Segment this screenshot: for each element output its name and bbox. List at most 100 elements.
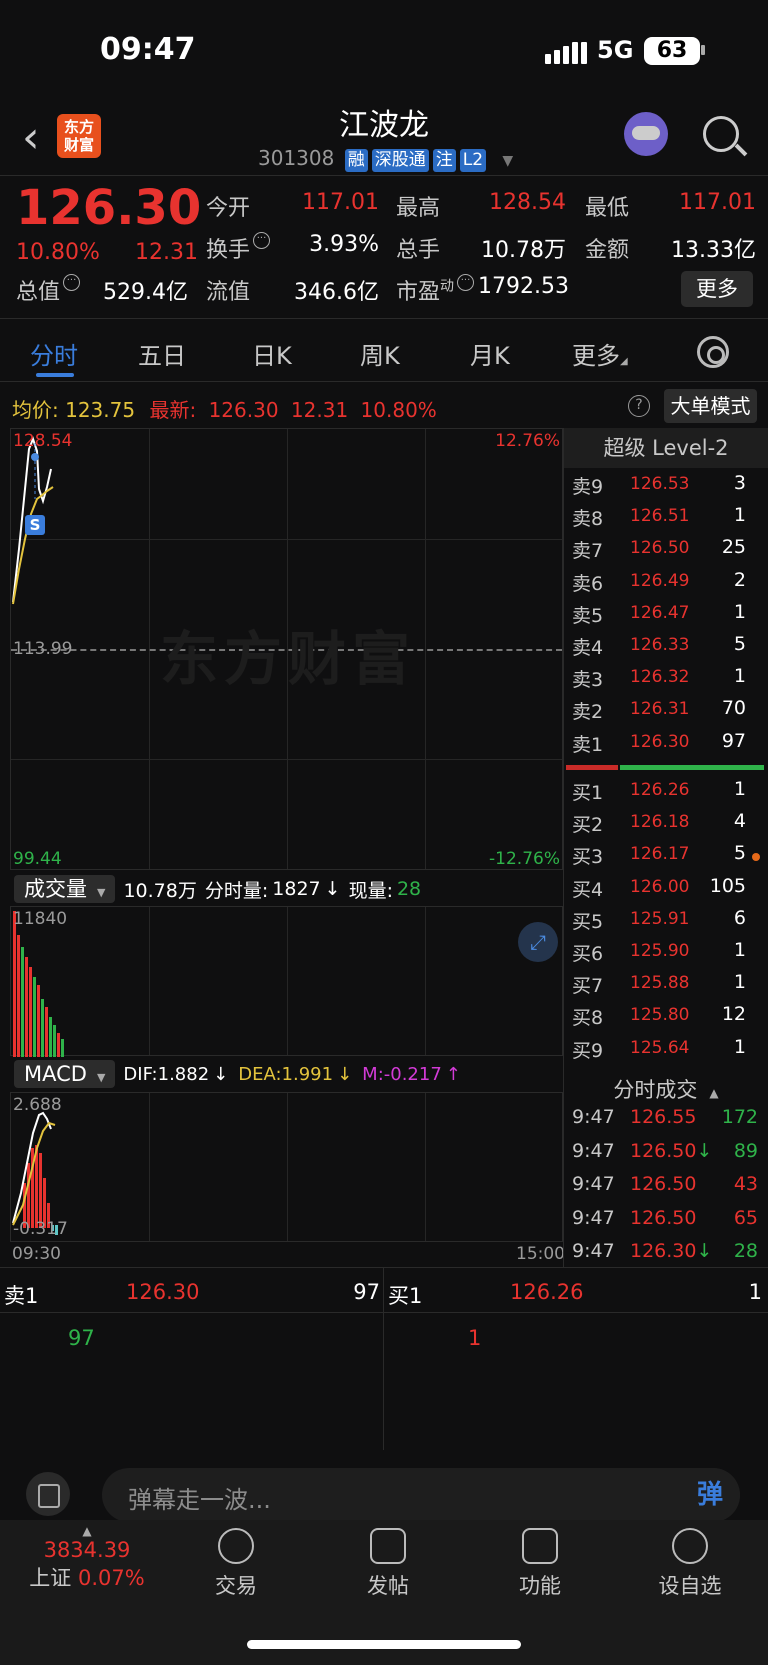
ask-row[interactable]: 卖5 126.47 1 <box>564 601 768 633</box>
stock-code-row[interactable]: 301308 融深股通注 L2 ▼ <box>258 146 513 172</box>
tab-monthly-k[interactable]: 月K <box>470 336 510 371</box>
volume-y-max: 11840 <box>13 909 68 929</box>
ask-volume: 5 <box>733 633 746 655</box>
bid-label: 买8 <box>572 1007 604 1030</box>
ask-price: 126.30 <box>630 731 690 752</box>
chevron-down-icon[interactable]: ▼ <box>502 153 513 169</box>
danmu-toggle-button[interactable]: 弹 <box>680 1468 740 1522</box>
bid-row[interactable]: 买3 126.17 5 <box>564 842 768 874</box>
index-ticker[interactable]: ▲ 3834.39 上证 0.07% <box>12 1524 162 1592</box>
clock: 09:47 <box>100 32 196 67</box>
tick-price: 126.50↓ <box>630 1140 712 1162</box>
tick-price: 126.55 <box>630 1106 696 1128</box>
status-bar: 09:47 5G 63 <box>0 0 768 100</box>
ask-volume: 97 <box>721 729 746 752</box>
ask-row[interactable]: 卖3 126.32 1 <box>564 665 768 697</box>
chevron-up-icon: ▲ <box>82 1524 92 1538</box>
bid-volume: 1 <box>733 971 746 994</box>
bid-row[interactable]: 买9 125.64 1 <box>564 1036 768 1068</box>
latest-percent: 10.80% <box>360 398 437 422</box>
tick-time: 9:47 <box>572 1106 615 1128</box>
bid-volume: 1 <box>733 939 746 961</box>
search-icon[interactable] <box>703 116 739 152</box>
change-amount: 12.31 <box>135 240 198 265</box>
tick-direction-arrow: ↓ <box>696 1240 713 1262</box>
battery-tip <box>701 45 705 55</box>
yuan-circle-icon <box>218 1528 254 1564</box>
ask-volume: 1 <box>733 504 746 527</box>
bid-volume: 4 <box>733 810 746 833</box>
total-mv-value: 529.4亿 <box>103 280 188 305</box>
nav-post[interactable]: 发帖 <box>328 1528 448 1600</box>
ask-label: 卖1 <box>572 733 604 756</box>
tag-registered: 注 <box>432 149 456 172</box>
active-tab-indicator <box>36 373 74 377</box>
tab-weekly-k[interactable]: 周K <box>360 336 400 371</box>
ask-row[interactable]: 卖2 126.31 70 <box>564 697 768 729</box>
more-dots-icon[interactable]: ··· <box>253 232 271 249</box>
bid-price: 125.80 <box>630 1005 690 1026</box>
ask-row[interactable]: 卖8 126.51 1 <box>564 504 768 536</box>
more-dots-icon[interactable]: ··· <box>63 274 81 291</box>
tick-row: 9:47 126.50 43 <box>564 1173 768 1205</box>
bid-row[interactable]: 买6 125.90 1 <box>564 939 768 971</box>
bottom-buy-label: 买1 <box>388 1284 423 1308</box>
bid-label: 买2 <box>572 814 604 837</box>
tab-intraday[interactable]: 分时 <box>30 336 78 371</box>
macd-y-max: 2.688 <box>13 1095 62 1115</box>
nav-add-watchlist[interactable]: 设自选 <box>630 1528 750 1600</box>
expand-icon[interactable]: ⤢ <box>518 922 558 962</box>
bid-row[interactable]: 买4 126.00 105 <box>564 875 768 907</box>
settings-gear-icon[interactable] <box>697 336 729 368</box>
nav-trade[interactable]: 交易 <box>176 1528 296 1600</box>
ask-price: 126.53 <box>630 474 690 494</box>
ask-volume: 2 <box>733 568 746 591</box>
bottom-sell-price: 126.30 <box>126 1280 200 1304</box>
ask-row[interactable]: 卖1 126.30 97 <box>564 730 768 762</box>
latest-change: 12.31 <box>290 398 349 422</box>
ask-label: 卖3 <box>572 669 604 692</box>
latest-label: 最新: <box>149 398 197 422</box>
sell-signal-marker[interactable]: S <box>25 515 45 535</box>
more-dots-icon[interactable]: ··· <box>457 274 475 291</box>
bid-price: 125.90 <box>630 941 690 961</box>
ask-row[interactable]: 卖4 126.33 5 <box>564 633 768 665</box>
divider <box>0 381 768 382</box>
tab-more[interactable]: 更多◢ <box>572 336 628 371</box>
macd-chart[interactable]: 2.688 -0.317 <box>10 1092 563 1242</box>
comment-list-icon[interactable] <box>26 1472 70 1516</box>
bid-label: 买4 <box>572 878 604 901</box>
bid-row[interactable]: 买7 125.88 1 <box>564 971 768 1003</box>
ticks-title[interactable]: 分时成交 ▲ <box>564 1074 768 1104</box>
big-order-mode-button[interactable]: 大单模式 <box>664 389 757 423</box>
avg-label: 均价: <box>12 398 59 422</box>
bid-row[interactable]: 买2 126.18 4 <box>564 810 768 842</box>
bid-price: 125.88 <box>630 973 690 994</box>
ask-label: 卖4 <box>572 637 604 659</box>
bid-row[interactable]: 买8 125.80 12 <box>564 1003 768 1035</box>
tab-daily-k[interactable]: 日K <box>252 336 292 371</box>
bid-volume: 105 <box>709 874 746 897</box>
bottom-buy-price: 126.26 <box>510 1280 584 1304</box>
robot-assistant-icon[interactable] <box>624 112 668 156</box>
nav-functions[interactable]: 功能 <box>480 1528 600 1600</box>
more-button[interactable]: 更多 <box>681 271 753 307</box>
help-icon[interactable]: ? <box>628 395 650 417</box>
tab-five-day[interactable]: 五日 <box>138 336 186 371</box>
ask-row[interactable]: 卖7 126.50 25 <box>564 536 768 568</box>
bid-row[interactable]: 买5 125.91 6 <box>564 907 768 939</box>
bid-volume: 6 <box>733 906 746 929</box>
bottom-sell-vol: 97 <box>353 1280 380 1304</box>
bid-row[interactable]: 买1 126.26 1 <box>564 778 768 810</box>
time-end: 15:00 <box>516 1244 565 1264</box>
ask-row[interactable]: 卖6 126.49 2 <box>564 569 768 601</box>
change-percent: 10.80% <box>16 240 100 265</box>
level2-title[interactable]: 超级 Level-2 <box>564 428 768 468</box>
volume-indicator-dropdown[interactable]: 成交量 ▼ <box>14 875 116 903</box>
minute-vol: 1827 <box>272 878 321 900</box>
volume-chart[interactable]: 11840 <box>10 906 563 1057</box>
more-dots-icon <box>672 1528 708 1564</box>
buy-queue-order: 1 <box>468 1326 482 1350</box>
macd-indicator-dropdown[interactable]: MACD ▼ <box>14 1060 116 1088</box>
ask-row[interactable]: 卖9 126.53 3 <box>564 472 768 504</box>
